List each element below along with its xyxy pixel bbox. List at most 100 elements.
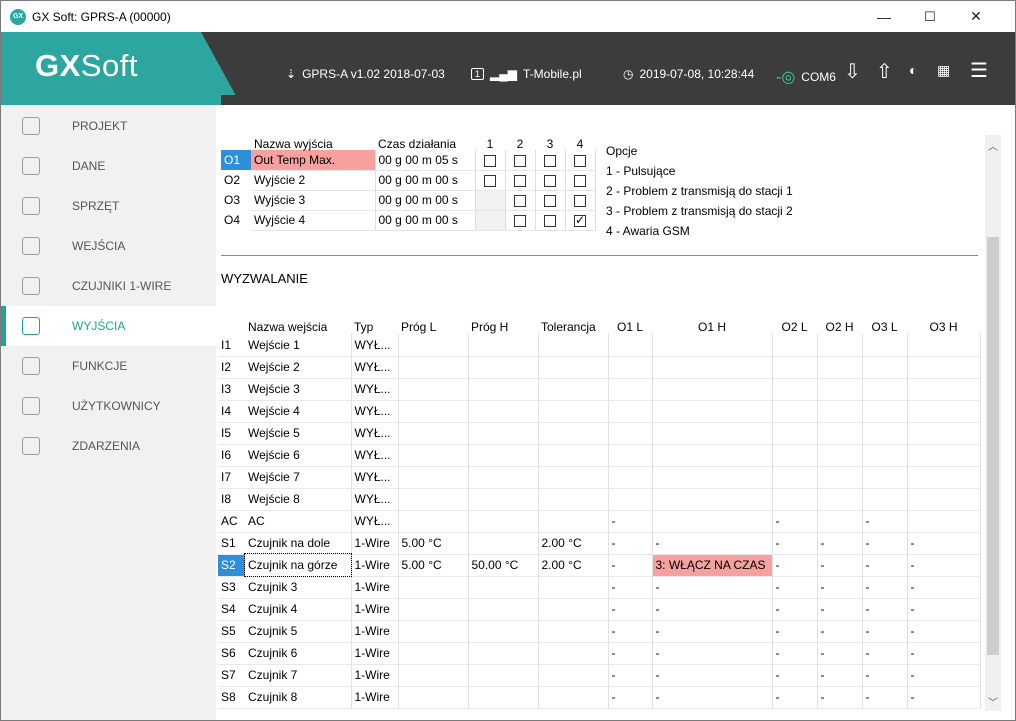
trigger-cell[interactable] [468,378,539,401]
contrast-icon[interactable]: ◐ [909,62,917,78]
option-checkbox[interactable] [574,154,586,167]
sidebar-item-5[interactable]: WYJŚCIA [1,306,216,346]
trigger-cell[interactable] [907,422,981,445]
trigger-cell[interactable]: WYŁ... [351,488,399,511]
trigger-cell[interactable]: Wejście 5 [245,422,352,445]
trigger-cell[interactable] [538,422,609,445]
option-checkbox[interactable] [544,214,556,227]
output-row[interactable]: O4 Wyjście 4 00 g 00 m 00 s [221,210,596,231]
trigger-cell[interactable] [652,334,773,357]
trigger-cell[interactable]: - [907,620,981,643]
trigger-cell[interactable]: - [772,554,818,577]
trigger-cell[interactable] [398,378,469,401]
trigger-row[interactable]: S6 Czujnik 6 1-Wire - - - - - - [218,642,981,665]
trigger-cell[interactable] [817,510,863,533]
option-checkbox[interactable] [544,194,556,207]
trigger-cell[interactable]: Wejście 6 [245,444,352,467]
trigger-cell[interactable] [772,466,818,489]
scrollbar-thumb[interactable] [987,237,999,655]
trigger-cell[interactable] [398,444,469,467]
trigger-cell[interactable]: WYŁ... [351,422,399,445]
trigger-row[interactable]: S5 Czujnik 5 1-Wire - - - - - - [218,620,981,643]
trigger-cell[interactable] [608,466,653,489]
download-icon[interactable]: ⇩ [844,59,861,84]
output-name[interactable]: Out Temp Max. [251,150,376,171]
trigger-cell[interactable]: Czujnik 4 [245,598,352,621]
trigger-cell[interactable] [907,356,981,379]
trigger-row[interactable]: S2 Czujnik na górze 1-Wire 5.00 °C 50.00 °C 2… [218,553,981,577]
trigger-cell[interactable] [862,488,908,511]
trigger-cell[interactable] [907,488,981,511]
trigger-cell[interactable]: Czujnik na górze [244,553,352,577]
trigger-row[interactable]: I3 Wejście 3 WYŁ... [218,378,981,401]
trigger-cell[interactable]: - [862,576,908,599]
trigger-cell[interactable] [907,510,981,533]
sidebar-item-3[interactable]: WEJŚCIA [1,226,216,266]
trigger-cell[interactable]: - [772,686,818,709]
option-checkbox[interactable] [544,154,556,167]
maximize-button[interactable]: ☐ [907,1,953,32]
trigger-cell[interactable]: AC [245,510,352,533]
trigger-cell[interactable] [817,356,863,379]
trigger-cell[interactable]: WYŁ... [351,378,399,401]
trigger-cell[interactable] [608,334,653,357]
trigger-cell[interactable]: 1-Wire [351,576,399,599]
trigger-cell[interactable]: - [862,620,908,643]
trigger-cell[interactable]: Czujnik na dole [245,532,352,555]
trigger-cell[interactable]: - [817,532,863,555]
trigger-cell[interactable]: 5.00 °C [398,532,469,555]
option-checkbox[interactable] [514,214,526,227]
trigger-cell[interactable]: - [817,664,863,687]
trigger-cell[interactable] [652,510,773,533]
trigger-cell[interactable] [468,642,539,665]
trigger-cell[interactable] [398,356,469,379]
option-checkbox[interactable] [574,174,586,187]
trigger-cell[interactable] [772,444,818,467]
trigger-row[interactable]: S1 Czujnik na dole 1-Wire 5.00 °C 2.00 °C - - -… [218,532,981,555]
trigger-cell[interactable]: WYŁ... [351,466,399,489]
trigger-cell[interactable]: 2.00 °C [538,532,609,555]
trigger-row[interactable]: S4 Czujnik 4 1-Wire - - - - - - [218,598,981,621]
trigger-row[interactable]: AC AC WYŁ... - - - [218,510,981,533]
trigger-cell[interactable]: Czujnik 7 [245,664,352,687]
trigger-cell[interactable] [817,488,863,511]
trigger-cell[interactable] [817,400,863,423]
trigger-cell[interactable] [468,664,539,687]
trigger-cell[interactable]: - [608,642,653,665]
trigger-cell[interactable] [468,686,539,709]
modules-icon[interactable]: ▦ [937,62,950,79]
trigger-cell[interactable]: - [652,686,773,709]
trigger-row[interactable]: I6 Wejście 6 WYŁ... [218,444,981,467]
trigger-cell[interactable] [862,444,908,467]
trigger-cell[interactable] [468,598,539,621]
output-row[interactable]: O1 Out Temp Max. 00 g 00 m 05 s [221,150,596,171]
trigger-cell[interactable]: - [862,642,908,665]
trigger-cell[interactable]: Wejście 2 [245,356,352,379]
trigger-cell[interactable] [608,422,653,445]
option-checkbox[interactable] [484,174,496,187]
trigger-cell[interactable]: - [772,510,818,533]
trigger-cell[interactable]: WYŁ... [351,334,399,357]
trigger-cell[interactable] [538,620,609,643]
trigger-cell[interactable] [538,334,609,357]
trigger-cell[interactable]: - [862,532,908,555]
trigger-cell[interactable] [772,378,818,401]
trigger-cell[interactable]: WYŁ... [351,356,399,379]
trigger-cell[interactable]: - [652,664,773,687]
output-time[interactable]: 00 g 00 m 00 s [375,170,476,191]
trigger-cell[interactable] [538,510,609,533]
trigger-cell[interactable]: 1-Wire [351,598,399,621]
trigger-cell[interactable]: - [817,686,863,709]
trigger-cell[interactable] [907,466,981,489]
trigger-cell[interactable] [817,466,863,489]
option-checkbox[interactable] [574,194,586,207]
output-time[interactable]: 00 g 00 m 00 s [375,190,476,211]
trigger-cell[interactable]: - [817,598,863,621]
trigger-cell[interactable] [538,466,609,489]
trigger-cell[interactable] [652,378,773,401]
upload-icon[interactable]: ⇧ [876,59,893,84]
trigger-cell[interactable] [398,466,469,489]
trigger-cell[interactable] [538,664,609,687]
trigger-cell[interactable]: - [817,642,863,665]
trigger-row[interactable]: I8 Wejście 8 WYŁ... [218,488,981,511]
